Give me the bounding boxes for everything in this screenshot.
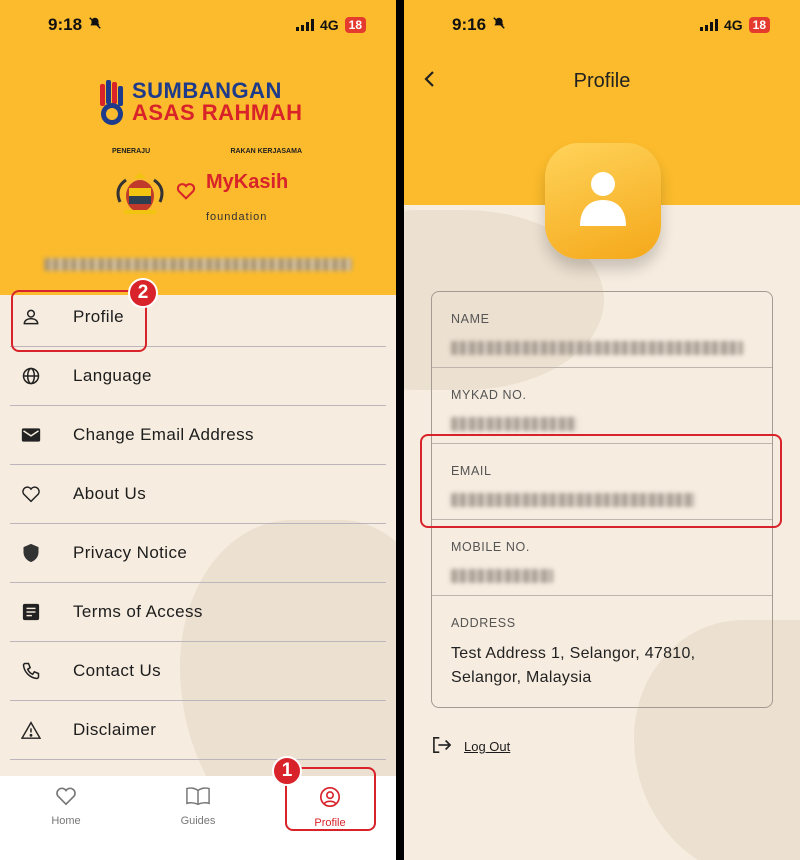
tab-label: Guides [180, 815, 216, 827]
foundation-text: foundation [206, 211, 268, 223]
partners-labels: PENERAJU RAKAN KERJASAMA [112, 148, 302, 155]
bell-muted-icon [492, 15, 506, 35]
menu-item-privacy-notice[interactable]: Privacy Notice [10, 524, 386, 583]
menu-item-label: Change Email Address [73, 425, 254, 444]
mykasih-text: MyKasih [206, 171, 289, 193]
mobile-value-redacted [451, 569, 772, 588]
step-badge-1: 1 [272, 756, 302, 786]
menu-item-about-us[interactable]: About Us [10, 465, 386, 524]
name-label: NAME [451, 312, 490, 326]
highlight-email-field [420, 434, 782, 528]
menu-item-label: Privacy Notice [73, 543, 188, 562]
peneraju-label: PENERAJU [112, 148, 151, 155]
menu-item-disclaimer[interactable]: Disclaimer [10, 701, 386, 760]
logo-line2: ASAS RAHMAH [132, 100, 303, 125]
phone-icon [20, 660, 42, 682]
status-bar: 9:16 4G 18 [404, 0, 800, 50]
signal-icon [699, 19, 718, 31]
signal-icon [295, 19, 314, 31]
menu-item-label: About Us [73, 484, 147, 503]
mykasih-logo: MyKasih foundation [176, 171, 289, 223]
shield-icon [20, 542, 42, 564]
mykad-label: MYKAD NO. [451, 388, 527, 402]
left-phone-screen: 9:18 4G 18 SUMBANGAN ASAS RAHMAH PENERAJ… [0, 0, 396, 860]
network-label: 4G [319, 17, 339, 33]
battery-badge: 18 [748, 17, 770, 33]
mobile-field: MOBILE NO. [432, 520, 772, 596]
name-value-redacted [451, 341, 772, 360]
bell-muted-icon [88, 15, 102, 35]
redacted-subtitle [44, 258, 352, 276]
tab-home[interactable]: Home [21, 786, 111, 860]
right-phone-screen: 9:16 4G 18 Profile NAME MYKAD NO. EMAIL … [404, 0, 800, 860]
menu-item-label: Disclaimer [73, 720, 157, 739]
menu-item-change-email[interactable]: Change Email Address [10, 406, 386, 465]
settings-menu: Profile Language Change Email Address Ab… [10, 288, 386, 760]
status-time: 9:18 [48, 15, 83, 34]
address-line2: Selangor, Malaysia [451, 669, 592, 686]
menu-item-label: Terms of Access [73, 602, 203, 621]
heart-icon [55, 786, 77, 809]
menu-item-label: Language [73, 366, 152, 385]
document-icon [20, 601, 42, 623]
battery-badge: 18 [344, 17, 366, 33]
rakan-kerjasama-label: RAKAN KERJASAMA [230, 148, 302, 155]
address-field: ADDRESS Test Address 1, Selangor, 47810,… [432, 596, 772, 709]
globe-icon [20, 365, 42, 387]
address-line1: Test Address 1, Selangor, 47810, [451, 645, 696, 662]
network-label: 4G [723, 17, 743, 33]
step-badge-2: 2 [128, 278, 158, 308]
mail-icon [20, 424, 42, 446]
malaysia-crest-icon [112, 172, 168, 218]
highlight-profile-menu [11, 290, 147, 352]
logout-button[interactable]: Log Out [432, 736, 510, 757]
menu-item-terms-of-access[interactable]: Terms of Access [10, 583, 386, 642]
person-icon [578, 170, 628, 233]
hand-logo-icon [98, 78, 126, 126]
status-time: 9:16 [452, 15, 487, 34]
menu-item-label: Contact Us [73, 661, 162, 680]
logout-icon [432, 736, 452, 757]
warning-icon [20, 719, 42, 741]
mobile-label: MOBILE NO. [451, 540, 530, 554]
heart-icon [20, 483, 42, 505]
menu-item-language[interactable]: Language [10, 347, 386, 406]
avatar [545, 143, 661, 259]
mykad-field: MYKAD NO. [432, 368, 772, 444]
menu-item-contact-us[interactable]: Contact Us [10, 642, 386, 701]
name-field: NAME [432, 292, 772, 368]
book-icon [186, 786, 210, 809]
address-label: ADDRESS [451, 616, 516, 630]
logout-label: Log Out [464, 739, 511, 754]
page-title: Profile [573, 70, 631, 92]
logo-line1: SUMBANGAN [132, 78, 282, 103]
sumbangan-logo: SUMBANGAN ASAS RAHMAH [98, 78, 303, 126]
tab-label: Home [51, 815, 81, 827]
tab-guides[interactable]: Guides [153, 786, 243, 860]
status-bar: 9:18 4G 18 [0, 0, 396, 50]
